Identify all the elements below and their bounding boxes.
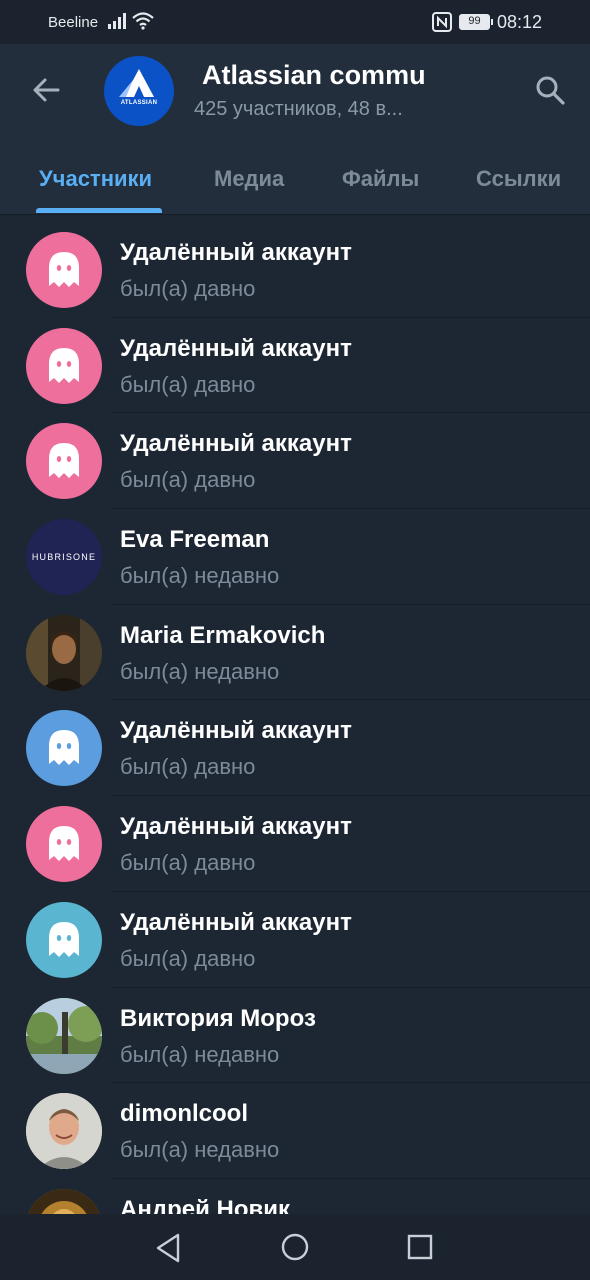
member-avatar[interactable] bbox=[26, 710, 102, 787]
member-row[interactable]: dimonlcool был(а) недавно bbox=[0, 1083, 590, 1179]
tab-links[interactable]: Ссылки bbox=[476, 166, 561, 206]
member-last-seen: был(а) давно bbox=[120, 754, 256, 780]
clock: 08:12 bbox=[497, 12, 543, 32]
battery-indicator: 99 bbox=[459, 14, 493, 30]
member-avatar[interactable] bbox=[26, 423, 102, 500]
member-row[interactable]: Андрей Новик bbox=[0, 1179, 590, 1214]
member-avatar[interactable] bbox=[26, 614, 102, 691]
member-last-seen: был(а) недавно bbox=[120, 563, 280, 589]
wifi-icon bbox=[132, 12, 154, 30]
screen: Beeline 99 08:12 ATLASSIAN Atlassian com… bbox=[0, 0, 590, 1280]
member-row[interactable]: Виктория Мороз был(а) недавно bbox=[0, 988, 590, 1084]
member-avatar[interactable] bbox=[26, 232, 102, 308]
member-name: Удалённый аккаунт bbox=[120, 717, 352, 745]
circle-home-icon[interactable] bbox=[280, 1232, 310, 1262]
active-tab-indicator bbox=[36, 208, 162, 213]
member-last-seen: был(а) давно bbox=[120, 467, 256, 493]
triangle-back-icon[interactable] bbox=[152, 1231, 186, 1265]
member-last-seen: был(а) давно bbox=[120, 276, 256, 301]
member-name: Удалённый аккаунт bbox=[120, 813, 352, 841]
atlassian-logo-icon bbox=[119, 69, 154, 97]
member-last-seen: был(а) давно bbox=[120, 371, 256, 397]
member-name: dimonlcool bbox=[120, 1100, 248, 1128]
member-row[interactable]: Удалённый аккаунт был(а) давно bbox=[0, 413, 590, 510]
member-row[interactable]: Удалённый аккаунт был(а) давно bbox=[0, 700, 590, 797]
member-row[interactable]: Maria Ermakovich был(а) недавно bbox=[0, 605, 590, 701]
carrier-name: Beeline bbox=[48, 14, 99, 31]
member-last-seen: был(а) недавно bbox=[120, 1137, 280, 1163]
tab-members[interactable]: Участники bbox=[39, 166, 152, 206]
chat-subtitle: 425 участников, 48 в... bbox=[194, 98, 403, 120]
ghost-icon bbox=[49, 826, 79, 862]
nfc-icon bbox=[432, 12, 452, 32]
search-icon[interactable] bbox=[532, 72, 568, 108]
member-list: Удалённый аккаунт был(а) давно Удалённый а… bbox=[0, 222, 590, 1214]
chat-avatar[interactable]: ATLASSIAN bbox=[104, 56, 174, 126]
member-avatar[interactable] bbox=[26, 806, 102, 883]
member-row[interactable]: Удалённый аккаунт был(а) давно bbox=[0, 796, 590, 892]
member-row[interactable]: Удалённый аккаунт был(а) давно bbox=[0, 318, 590, 414]
member-name: Eva Freeman bbox=[120, 526, 270, 554]
member-last-seen: был(а) давно bbox=[120, 850, 256, 876]
member-avatar[interactable] bbox=[26, 327, 102, 404]
tab-files[interactable]: Файлы bbox=[342, 166, 419, 206]
status-bar: Beeline 99 08:12 bbox=[0, 0, 590, 44]
member-last-seen: был(а) недавно bbox=[120, 1041, 280, 1067]
profile-photo bbox=[26, 997, 102, 1074]
chat-header: ATLASSIAN Atlassian commu 425 участников… bbox=[0, 44, 590, 214]
member-name: Удалённый аккаунт bbox=[120, 908, 352, 936]
header-divider bbox=[0, 214, 590, 215]
member-name: Удалённый аккаунт bbox=[120, 430, 352, 458]
member-last-seen: был(а) давно bbox=[120, 945, 256, 971]
ghost-icon bbox=[49, 252, 79, 287]
ghost-icon bbox=[49, 730, 79, 766]
member-row[interactable]: HUBRISONE Eva Freeman был(а) недавно bbox=[0, 509, 590, 605]
ghost-icon bbox=[49, 443, 79, 479]
profile-photo bbox=[26, 1093, 102, 1170]
tab-media[interactable]: Медиа bbox=[214, 166, 284, 206]
member-last-seen: был(а) недавно bbox=[120, 658, 280, 684]
chat-title[interactable]: Atlassian commu bbox=[202, 60, 432, 92]
profile-photo bbox=[26, 614, 102, 691]
member-avatar[interactable]: HUBRISONE bbox=[26, 519, 102, 596]
member-name: Андрей Новик bbox=[120, 1195, 291, 1214]
arrow-left-icon[interactable] bbox=[28, 72, 64, 108]
ghost-icon bbox=[49, 347, 79, 383]
avatar-logo-text: ATLASSIAN bbox=[120, 100, 158, 106]
signal-icon bbox=[108, 13, 126, 29]
member-row[interactable]: Удалённый аккаунт был(а) давно bbox=[0, 892, 590, 988]
member-name: Удалённый аккаунт bbox=[120, 334, 352, 362]
member-avatar[interactable] bbox=[26, 901, 102, 978]
logo-avatar-image: HUBRISONE bbox=[32, 552, 96, 562]
member-name: Maria Ermakovich bbox=[120, 621, 326, 649]
member-name: Виктория Мороз bbox=[120, 1004, 316, 1032]
tab-bar: Участники Медиа Файлы Ссылки bbox=[0, 148, 590, 214]
member-name: Удалённый аккаунт bbox=[120, 239, 352, 266]
ghost-icon bbox=[49, 921, 79, 957]
profile-photo bbox=[26, 1188, 102, 1214]
avatar-logo-text: HUBRISONE bbox=[32, 552, 96, 562]
member-row[interactable]: Удалённый аккаунт был(а) давно bbox=[0, 222, 590, 318]
member-avatar[interactable] bbox=[26, 1188, 102, 1214]
square-recent-icon[interactable] bbox=[406, 1233, 434, 1261]
system-nav-bar bbox=[0, 1214, 590, 1280]
member-avatar[interactable] bbox=[26, 1093, 102, 1170]
member-avatar[interactable] bbox=[26, 997, 102, 1074]
